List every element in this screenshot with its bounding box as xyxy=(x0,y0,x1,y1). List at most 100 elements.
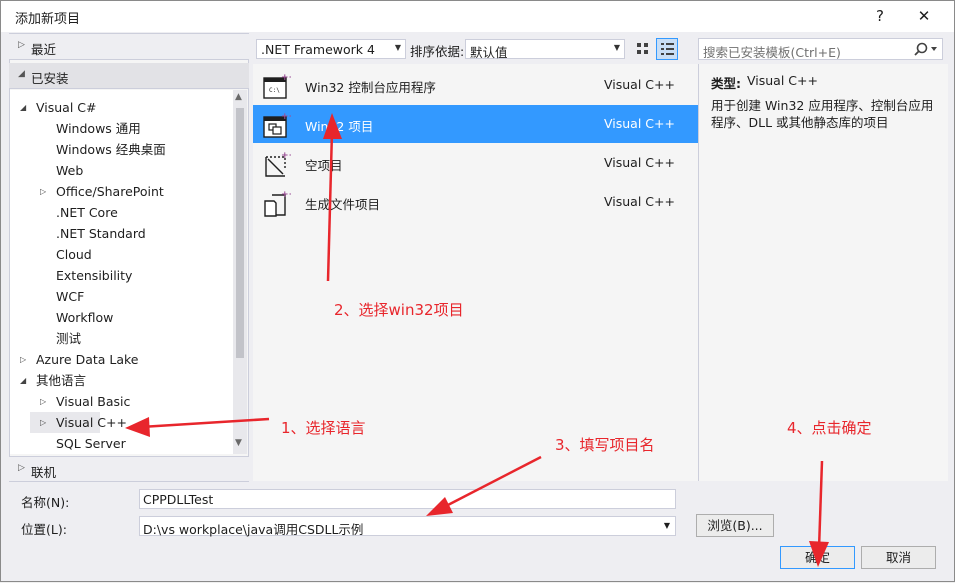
expand-arrow-icon[interactable]: ▷ xyxy=(20,349,26,370)
template-name: 空项目 xyxy=(305,158,343,173)
tree-node[interactable]: ▷ Visual C++ xyxy=(30,412,127,433)
makefile-project-icon: ++ xyxy=(264,190,291,217)
expand-arrow-icon: ▷ xyxy=(18,463,25,473)
close-button[interactable]: ✕ xyxy=(910,4,938,28)
tree-node-label: 测试 xyxy=(56,331,82,346)
online-header[interactable]: ▷ 联机 xyxy=(9,456,249,482)
tree-node[interactable]: ◢ 其他语言 xyxy=(10,370,86,391)
search-icon[interactable] xyxy=(914,42,940,56)
tree-node-label: Web xyxy=(56,163,84,178)
console-app-icon: C:\ ++ xyxy=(263,73,291,99)
expand-arrow-icon: ▷ xyxy=(18,40,25,50)
template-row[interactable]: ++ 生成文件项目 Visual C++ xyxy=(253,183,698,221)
svg-text:++: ++ xyxy=(281,73,291,83)
tree-node[interactable]: ◢ Visual C# xyxy=(10,97,97,118)
template-name: Win32 控制台应用程序 xyxy=(305,80,436,95)
collapse-arrow-icon: ◢ xyxy=(18,69,25,79)
type-label: 类型: xyxy=(711,76,741,91)
annotation-step4: 4、点击确定 xyxy=(787,419,872,437)
template-row-selected[interactable]: ++ Win32 项目 Visual C++ xyxy=(253,105,698,143)
tree-node-label: WCF xyxy=(56,289,85,304)
online-label: 联机 xyxy=(31,465,57,480)
tree-node[interactable]: Extensibility xyxy=(30,265,132,286)
location-dropdown[interactable]: D:\vs workplace\java调用CSDLL示例 ▼ xyxy=(139,516,676,537)
scrollbar-thumb[interactable] xyxy=(236,108,244,358)
installed-label: 已安装 xyxy=(31,71,69,86)
annotation-step3: 3、填写项目名 xyxy=(555,436,655,454)
tree-node-label: Extensibility xyxy=(56,268,133,283)
svg-text:C:\: C:\ xyxy=(269,87,280,94)
type-value: Visual C++ xyxy=(747,73,818,88)
tree-node-label: .NET Standard xyxy=(56,226,146,241)
add-new-item-dialog: 添加新项目 ? ✕ ▷ 最近 ◢ 已安装 ◢ Visual C# Windows 通… xyxy=(0,0,955,582)
tree-node-label: 其他语言 xyxy=(36,373,87,388)
small-icons-view-icon[interactable] xyxy=(633,39,653,59)
tree-node-label: Windows 通用 xyxy=(56,121,141,136)
tree-node-label: Office/SharePoint xyxy=(56,184,164,199)
tree-node[interactable]: Windows 经典桌面 xyxy=(30,139,166,160)
win32-project-icon: ++ xyxy=(263,112,291,138)
tree-node[interactable]: ▷ Visual Basic xyxy=(30,391,130,412)
tree-node[interactable]: ▷ Azure Data Lake xyxy=(10,349,139,370)
chevron-down-icon: ▼ xyxy=(613,43,620,52)
template-description: 用于创建 Win32 应用程序、控制台应用程序、DLL 或其他静态库的项目 xyxy=(711,98,934,130)
tree-node[interactable]: Workflow xyxy=(30,307,113,328)
tree-node[interactable]: .NET Core xyxy=(30,202,118,223)
template-row[interactable]: C:\ ++ Win32 控制台应用程序 Visual C++ xyxy=(253,66,698,104)
tree-node[interactable]: SQL Server xyxy=(30,433,126,454)
tree-node-label: Windows 经典桌面 xyxy=(56,142,166,157)
template-name: Win32 项目 xyxy=(305,119,374,134)
expand-arrow-icon[interactable]: ▷ xyxy=(40,181,46,202)
framework-dropdown[interactable]: .NET Framework 4 ▼ xyxy=(256,39,406,59)
annotation-step2: 2、选择win32项目 xyxy=(334,301,464,319)
svg-text:++: ++ xyxy=(281,151,291,161)
tree-node[interactable]: 测试 xyxy=(30,328,81,349)
search-placeholder: 搜索已安装模板(Ctrl+E) xyxy=(703,45,841,60)
tree-node[interactable]: .NET Standard xyxy=(30,223,146,244)
scroll-up-icon[interactable]: ▲ xyxy=(235,92,242,102)
tree-node-label: Visual C++ xyxy=(56,415,127,430)
tree-node-label: Workflow xyxy=(56,310,114,325)
empty-project-icon: ++ xyxy=(265,151,291,177)
title-bar: 添加新项目 ? ✕ xyxy=(1,1,954,32)
collapse-arrow-icon[interactable]: ◢ xyxy=(20,370,26,391)
browse-button[interactable]: 浏览(B)... xyxy=(696,514,774,537)
collapse-arrow-icon[interactable]: ◢ xyxy=(20,97,26,118)
tree-node-label: Visual C# xyxy=(36,100,97,115)
tree-node[interactable]: ▷ Office/SharePoint xyxy=(30,181,164,202)
svg-text:++: ++ xyxy=(281,112,291,122)
cancel-button[interactable]: 取消 xyxy=(861,546,936,569)
template-language: Visual C++ xyxy=(604,155,675,170)
location-value: D:\vs workplace\java调用CSDLL示例 xyxy=(143,522,364,537)
recent-header[interactable]: ▷ 最近 xyxy=(9,34,249,60)
tree-node-label: .NET Core xyxy=(56,205,118,220)
tree-node[interactable]: Web xyxy=(30,160,83,181)
template-language: Visual C++ xyxy=(604,77,675,92)
sort-value: 默认值 xyxy=(470,45,508,60)
tree-node[interactable]: Cloud xyxy=(30,244,92,265)
name-label: 名称(N): xyxy=(21,495,70,510)
chevron-down-icon: ▼ xyxy=(394,43,401,52)
list-view-icon[interactable] xyxy=(656,38,678,60)
tree-scrollbar[interactable]: ▲ ▼ xyxy=(233,90,247,454)
template-language: Visual C++ xyxy=(604,116,675,131)
tree-node[interactable]: WCF xyxy=(30,286,84,307)
installed-header[interactable]: ◢ 已安装 xyxy=(9,63,249,89)
search-installed-templates-input[interactable]: 搜索已安装模板(Ctrl+E) xyxy=(698,38,943,60)
sort-dropdown[interactable]: 默认值 ▼ xyxy=(465,39,625,60)
svg-text:++: ++ xyxy=(281,190,291,200)
project-name-value: CPPDLLTest xyxy=(143,492,214,507)
tree-node[interactable]: Windows 通用 xyxy=(30,118,141,139)
tree-node-label: Cloud xyxy=(56,247,92,262)
ok-button[interactable]: 确定 xyxy=(780,546,855,569)
scroll-down-icon[interactable]: ▼ xyxy=(235,438,242,448)
sort-label: 排序依据: xyxy=(410,44,465,59)
template-row[interactable]: ++ 空项目 Visual C++ xyxy=(253,144,698,182)
annotation-step1: 1、选择语言 xyxy=(281,419,366,437)
chevron-down-icon: ▼ xyxy=(663,521,670,530)
expand-arrow-icon[interactable]: ▷ xyxy=(40,412,46,433)
window-title: 添加新项目 xyxy=(15,12,81,27)
help-button[interactable]: ? xyxy=(866,4,894,28)
expand-arrow-icon[interactable]: ▷ xyxy=(40,391,46,412)
project-name-input[interactable]: CPPDLLTest xyxy=(139,489,676,509)
